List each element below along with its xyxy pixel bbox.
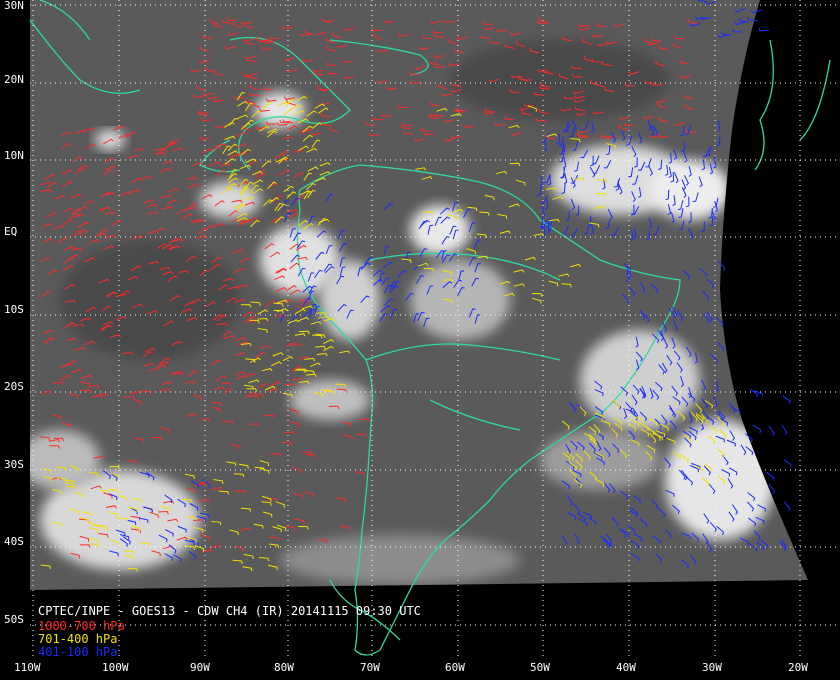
lat-label-50s: 50S — [4, 613, 24, 626]
legend-high-level: 401-100 hPa — [38, 645, 118, 659]
lon-label-60w: 60W — [445, 661, 465, 674]
lat-label-10n: 10N — [4, 149, 24, 162]
lat-label-40s: 40S — [4, 535, 24, 548]
satellite-wind-map — [29, 0, 840, 660]
wind-barb — [781, 424, 788, 436]
lon-label-20w: 20W — [788, 661, 808, 674]
lon-label-90w: 90W — [190, 661, 210, 674]
wind-barb — [752, 424, 762, 433]
wind-barb — [749, 388, 758, 398]
wind-barb — [782, 395, 791, 404]
lon-label-70w: 70W — [360, 661, 380, 674]
lon-label-100w: 100W — [102, 661, 129, 674]
legend-low-level: 1000-700 hPa — [38, 619, 125, 633]
wind-barb — [753, 390, 763, 397]
wind-barb — [766, 471, 775, 481]
wind-barb — [758, 27, 770, 32]
wind-barb — [783, 459, 792, 468]
lat-label-10s: 10S — [4, 303, 24, 316]
lat-label-30s: 30S — [4, 458, 24, 471]
lon-label-80w: 80W — [274, 661, 294, 674]
lon-label-30w: 30W — [702, 661, 722, 674]
wind-barb — [783, 501, 791, 512]
wind-barb — [768, 425, 775, 436]
lat-label-20s: 20S — [4, 380, 24, 393]
lat-label-eq: EQ — [4, 225, 18, 238]
map-title: CPTEC/INPE - GOES13 - CDW CH4 (IR) 20141… — [38, 604, 421, 618]
lon-label-40w: 40W — [616, 661, 636, 674]
lat-label-20n: 20N — [4, 73, 24, 86]
legend-mid-level: 701-400 hPa — [38, 632, 118, 646]
lon-label-50w: 50W — [530, 661, 550, 674]
lat-label-30n: 30N — [4, 0, 24, 12]
lon-label-110w: 110W — [14, 661, 41, 674]
